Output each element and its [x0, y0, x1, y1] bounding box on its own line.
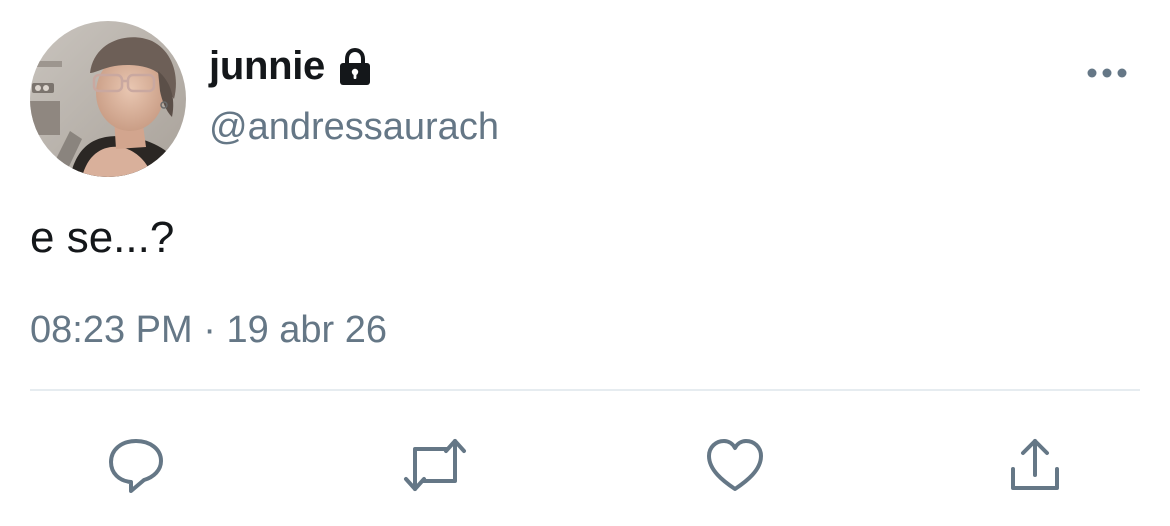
- tweet-text: e se...?: [30, 213, 175, 262]
- retweet-icon: [404, 439, 466, 491]
- author-handle[interactable]: @andressaurach: [209, 108, 499, 146]
- retweet-button[interactable]: [403, 433, 467, 497]
- timestamp-separator: ·: [203, 309, 216, 351]
- like-button[interactable]: [703, 433, 767, 497]
- more-options-button[interactable]: [1086, 64, 1128, 82]
- divider: [30, 389, 1140, 391]
- lock-icon: [335, 47, 375, 87]
- author-name-row: junnie: [209, 38, 375, 94]
- reply-button[interactable]: [104, 433, 168, 497]
- share-button[interactable]: [1003, 433, 1067, 497]
- share-icon: [1011, 439, 1059, 490]
- like-icon: [707, 439, 763, 491]
- avatar[interactable]: [30, 21, 186, 177]
- display-name[interactable]: junnie: [209, 46, 325, 86]
- tweet-timestamp[interactable]: 08:23 PM · 19 abr 26: [30, 309, 388, 352]
- tweet-date: 19 abr 26: [226, 309, 388, 351]
- more-icon: [1087, 68, 1127, 78]
- avatar-image: [30, 21, 186, 177]
- reply-icon: [109, 439, 163, 493]
- tweet-time: 08:23 PM: [30, 309, 193, 351]
